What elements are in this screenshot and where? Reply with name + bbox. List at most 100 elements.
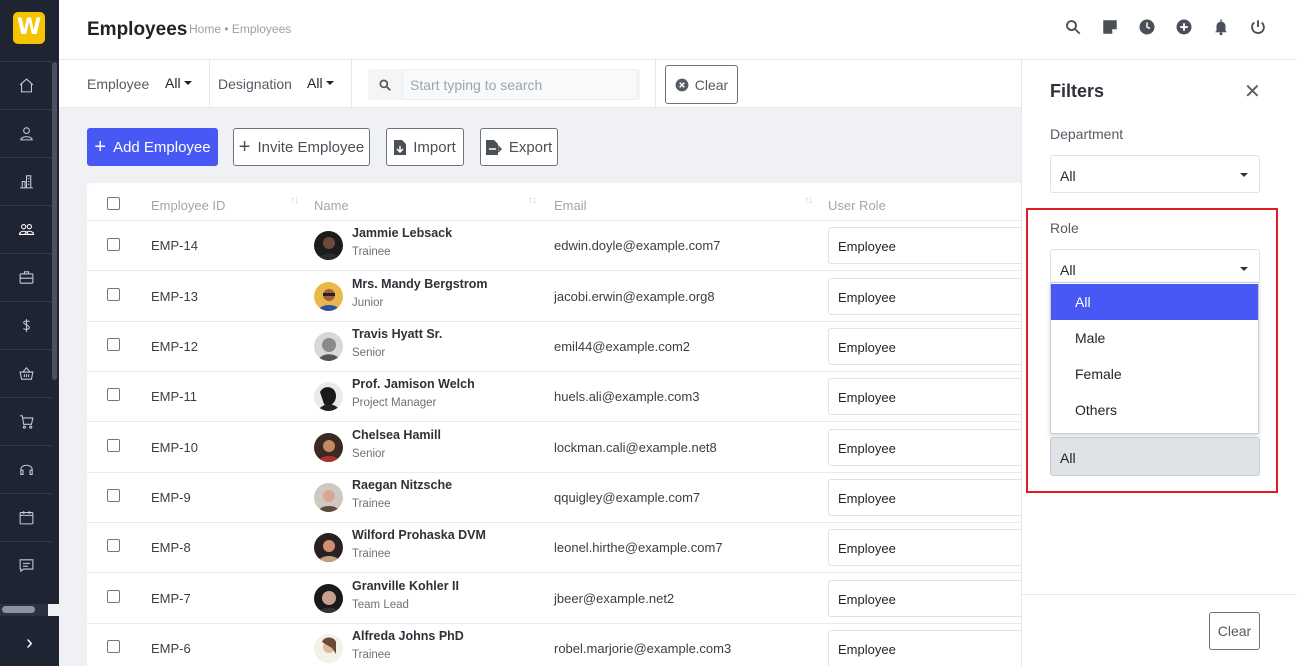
plus-icon: + — [238, 136, 251, 158]
employee-name[interactable]: Chelsea Hamill — [352, 428, 441, 442]
clock-icon[interactable] — [1138, 18, 1156, 36]
clear-filters-button[interactable]: Clear — [665, 65, 738, 104]
avatar — [314, 584, 343, 613]
table-header: Employee ID ↑↓ Name ↑↓ Email ↑↓ User Rol… — [87, 183, 1021, 221]
column-header-user-role[interactable]: User Role — [828, 198, 886, 213]
table-row: EMP-8 Wilford Prohaska DVM Trainee leone… — [87, 523, 1021, 573]
row-checkbox[interactable] — [107, 388, 120, 401]
employee-name[interactable]: Raegan Nitzsche — [352, 478, 452, 492]
user-role-select[interactable]: Employee — [828, 630, 1021, 666]
row-checkbox[interactable] — [107, 539, 120, 552]
clear-button[interactable]: Clear — [1209, 612, 1260, 650]
sidebar-horizontal-scrollbar[interactable] — [2, 606, 35, 613]
sort-icon[interactable]: ↑↓ — [290, 195, 299, 206]
select-all-checkbox[interactable] — [107, 197, 120, 210]
user-role-select[interactable]: Employee — [828, 429, 1021, 466]
filters-panel: Filters ✕ Department All Role All All Ma… — [1021, 60, 1297, 666]
divider — [351, 60, 352, 108]
sidebar-item-employees[interactable] — [0, 205, 52, 253]
role-option-male[interactable]: Male — [1051, 320, 1258, 356]
search-icon[interactable] — [1064, 18, 1082, 36]
avatar — [314, 382, 343, 411]
sidebar-item-finance[interactable] — [0, 301, 52, 349]
avatar — [314, 634, 343, 663]
sidebar-item-work[interactable] — [0, 253, 52, 301]
sort-icon[interactable]: ↑↓ — [528, 195, 537, 206]
power-icon[interactable] — [1249, 18, 1267, 36]
app-logo[interactable]: W — [13, 12, 45, 44]
employee-designation: Junior — [352, 297, 384, 309]
column-header-email[interactable]: Email — [554, 198, 587, 213]
row-checkbox[interactable] — [107, 640, 120, 653]
sidebar-item-profile[interactable] — [0, 109, 52, 157]
sidebar-item-events[interactable] — [0, 493, 52, 541]
column-header-name[interactable]: Name — [314, 198, 349, 213]
sort-icon[interactable]: ↑↓ — [804, 195, 813, 206]
employee-id: EMP-6 — [151, 641, 191, 656]
employee-name[interactable]: Wilford Prohaska DVM — [352, 528, 486, 542]
user-role-select[interactable]: Employee — [828, 278, 1021, 315]
row-checkbox[interactable] — [107, 439, 120, 452]
plus-circle-icon[interactable] — [1175, 18, 1193, 36]
user-role-select[interactable]: Employee — [828, 529, 1021, 566]
cart-icon — [19, 415, 34, 429]
user-role-select[interactable]: Employee — [828, 479, 1021, 516]
invite-employee-button[interactable]: + Invite Employee — [233, 128, 370, 166]
role-option-others[interactable]: Others — [1051, 392, 1258, 428]
employee-filter-dropdown[interactable]: All — [165, 75, 193, 91]
export-button[interactable]: Export — [480, 128, 558, 166]
briefcase-icon — [19, 271, 33, 284]
employee-designation: Trainee — [352, 498, 391, 510]
user-role-select[interactable]: Employee — [828, 580, 1021, 617]
import-button[interactable]: Import — [386, 128, 464, 166]
avatar — [314, 231, 343, 260]
sidebar: W › — [0, 0, 59, 666]
divider — [209, 60, 210, 108]
close-icon[interactable]: ✕ — [1244, 79, 1261, 104]
user-role-select[interactable]: Employee — [828, 227, 1021, 264]
employee-name[interactable]: Alfreda Johns PhD — [352, 629, 464, 643]
employee-name[interactable]: Granville Kohler II — [352, 579, 459, 593]
employee-name[interactable]: Travis Hyatt Sr. — [352, 327, 442, 341]
row-checkbox[interactable] — [107, 338, 120, 351]
employee-name[interactable]: Jammie Lebsack — [352, 226, 452, 240]
employee-designation: Senior — [352, 347, 386, 359]
row-checkbox[interactable] — [107, 590, 120, 603]
role-option-female[interactable]: Female — [1051, 356, 1258, 392]
employee-id: EMP-14 — [151, 238, 198, 253]
sidebar-item-orders[interactable] — [0, 397, 52, 445]
sidebar-item-company[interactable] — [0, 157, 52, 205]
sidebar-item-messages[interactable] — [0, 541, 52, 589]
sidebar-item-products[interactable] — [0, 349, 52, 397]
row-checkbox[interactable] — [107, 288, 120, 301]
file-import-icon — [394, 139, 407, 155]
designation-filter-dropdown[interactable]: All — [307, 75, 335, 91]
column-header-employee-id[interactable]: Employee ID — [151, 198, 225, 213]
top-header: Employees Home • Employees — [59, 0, 1297, 60]
import-label: Import — [413, 138, 456, 156]
employee-email: robel.marjorie@example.com3 — [554, 641, 732, 656]
role-option-all[interactable]: All — [1051, 284, 1258, 320]
divider — [655, 60, 656, 108]
table-row: EMP-13 Mrs. Mandy Bergstrom Junior jacob… — [87, 272, 1021, 322]
employee-name[interactable]: Prof. Jamison Welch — [352, 377, 475, 391]
breadcrumb[interactable]: Home • Employees — [189, 22, 291, 36]
row-checkbox[interactable] — [107, 489, 120, 502]
user-role-select[interactable]: Employee — [828, 378, 1021, 415]
sticky-note-icon[interactable] — [1101, 18, 1119, 36]
bell-icon[interactable] — [1212, 18, 1230, 36]
employee-designation: Team Lead — [352, 599, 409, 611]
department-select[interactable]: All — [1050, 155, 1260, 193]
sidebar-item-support[interactable] — [0, 445, 52, 493]
sidebar-expand-button[interactable]: › — [0, 620, 59, 666]
row-checkbox[interactable] — [107, 238, 120, 251]
sidebar-scrollbar[interactable] — [52, 62, 57, 380]
add-employee-button[interactable]: + Add Employee — [87, 128, 218, 166]
role-select[interactable]: All — [1050, 249, 1260, 283]
user-role-select[interactable]: Employee — [828, 328, 1021, 365]
next-filter-select[interactable]: All — [1050, 437, 1260, 476]
sidebar-item-dashboard[interactable] — [0, 61, 52, 109]
search-input[interactable] — [402, 69, 638, 100]
employee-name[interactable]: Mrs. Mandy Bergstrom — [352, 277, 487, 291]
department-value: All — [1060, 168, 1076, 184]
